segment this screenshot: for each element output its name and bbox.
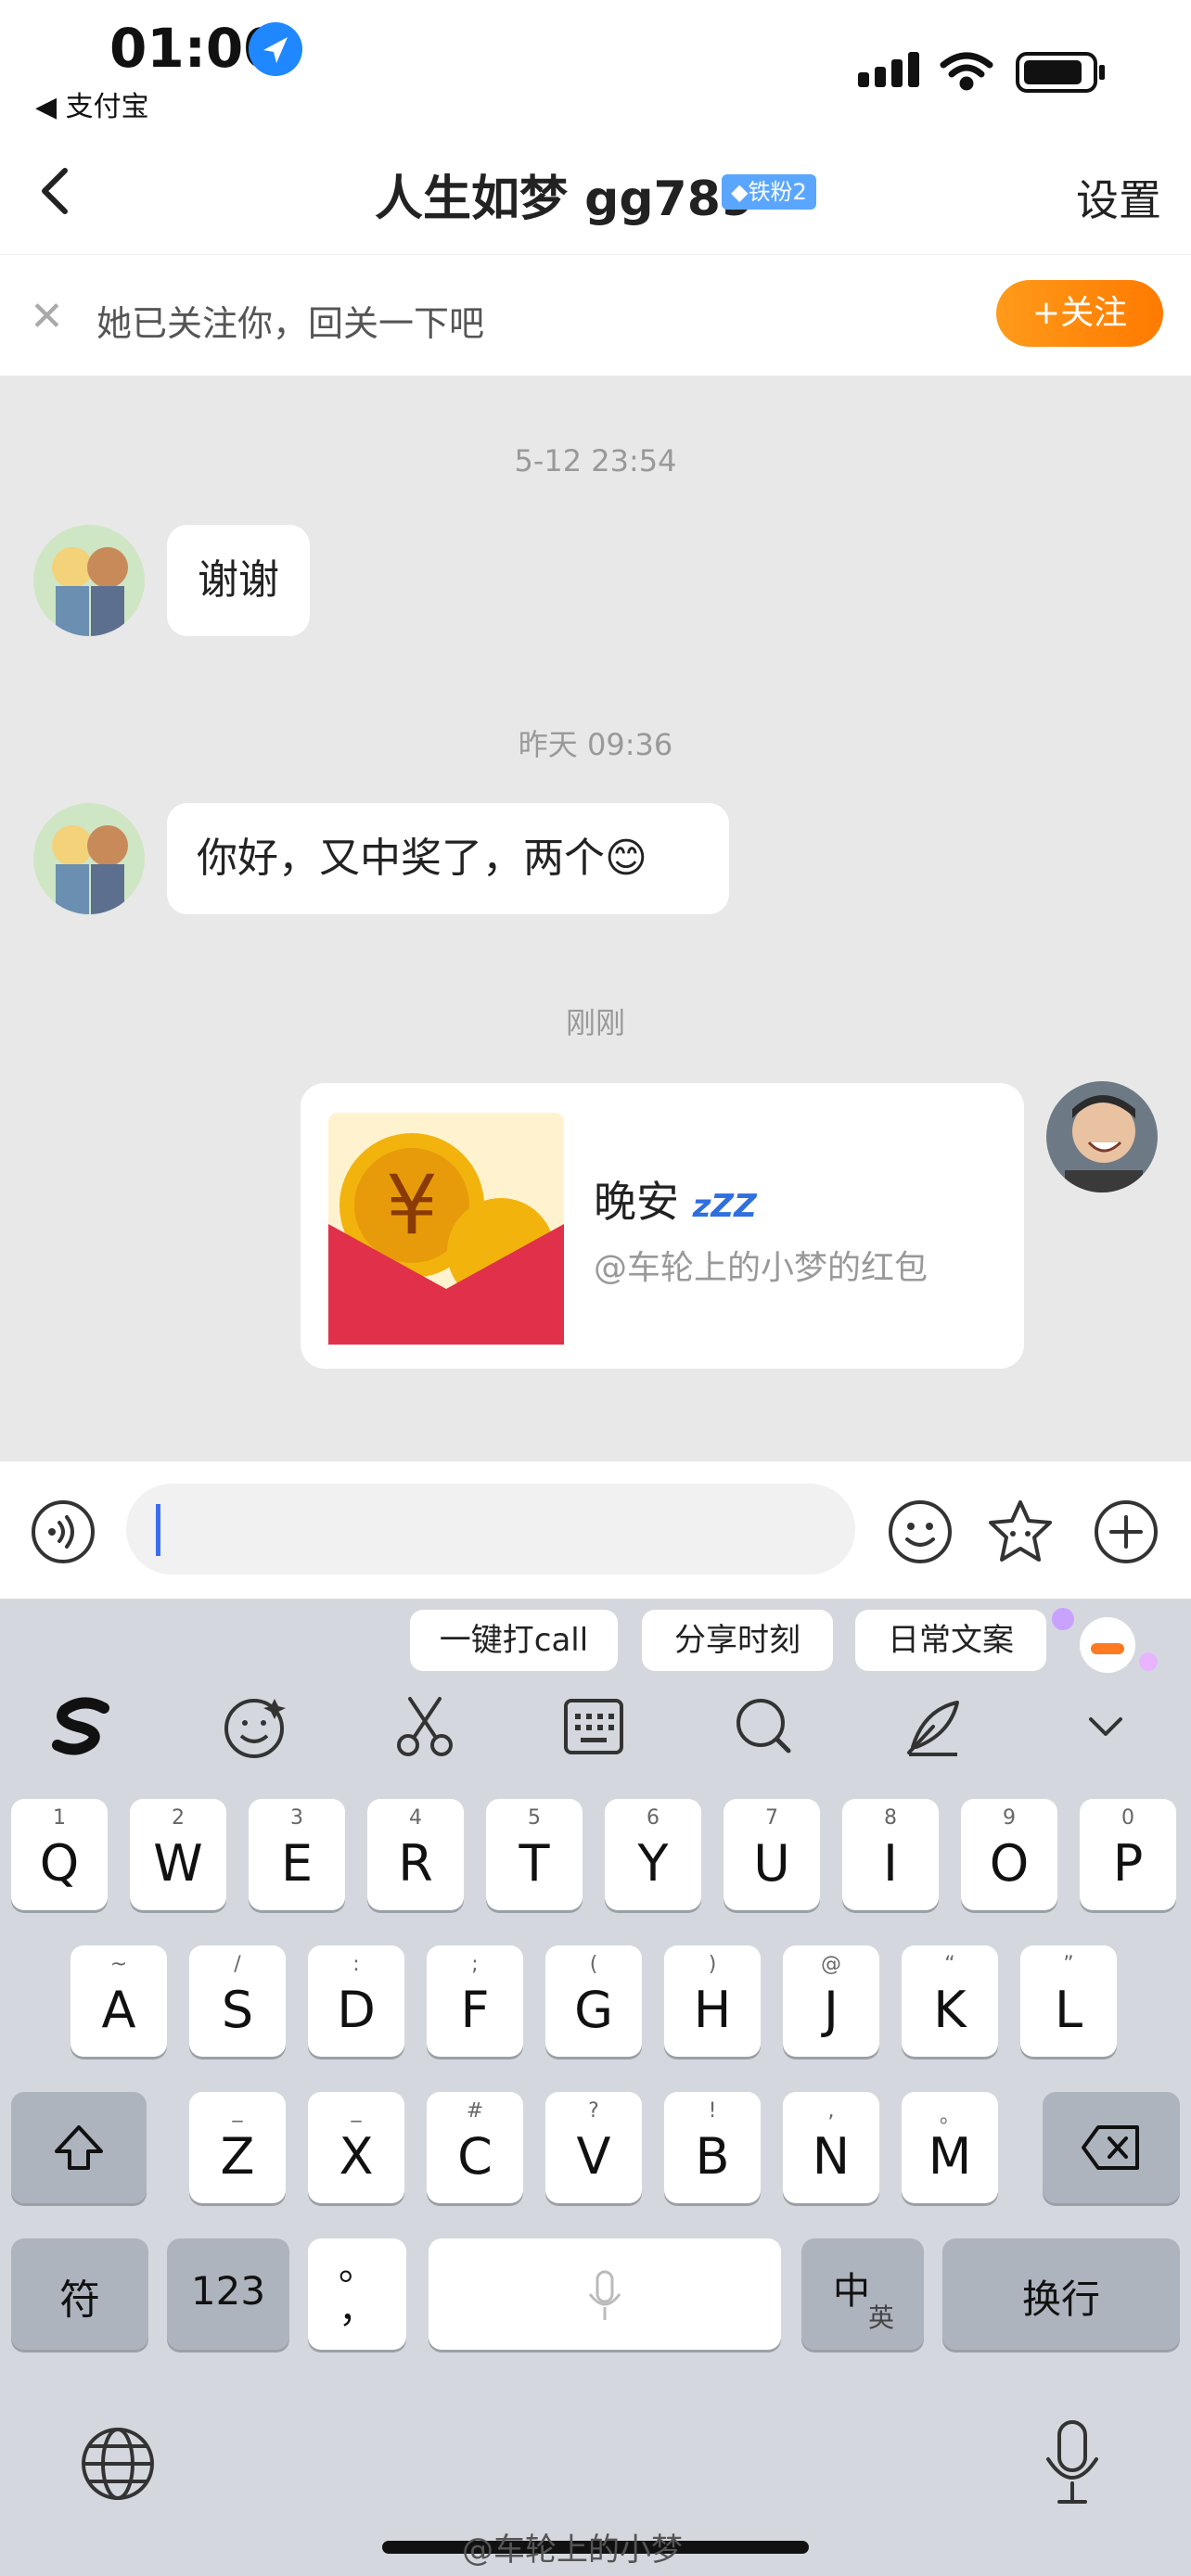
chat-title: 人生如梦 gg789 bbox=[375, 172, 755, 227]
shift-icon bbox=[55, 2125, 103, 2170]
enter-key[interactable]: 换行 bbox=[942, 2238, 1180, 2350]
delete-key[interactable] bbox=[1043, 2092, 1180, 2203]
fan-level-badge: ◆铁粉2 bbox=[722, 174, 816, 210]
message-bubble[interactable]: 你好，又中奖了，两个😊 bbox=[167, 803, 729, 914]
close-icon[interactable]: ✕ bbox=[30, 293, 64, 340]
avatar-image bbox=[1046, 1081, 1158, 1192]
space-key[interactable] bbox=[429, 2238, 781, 2350]
globe-icon[interactable] bbox=[80, 2426, 156, 2502]
message-text: 谢谢 bbox=[198, 556, 279, 604]
key-f[interactable]: ; F bbox=[427, 1945, 523, 2057]
follow-suggestion-text: 她已关注你，回关一下吧 bbox=[96, 303, 485, 344]
location-icon bbox=[249, 22, 302, 76]
symbols-key[interactable]: 符 bbox=[11, 2238, 148, 2350]
back-chevron-icon[interactable] bbox=[28, 163, 83, 219]
keyboard-icon[interactable] bbox=[557, 1690, 631, 1764]
battery-icon bbox=[1016, 52, 1105, 93]
svg-text:¥: ¥ bbox=[386, 1157, 438, 1253]
chevron-down-icon[interactable] bbox=[1069, 1690, 1143, 1764]
key-r[interactable]: 4R bbox=[367, 1799, 464, 1910]
key-b[interactable]: ! B bbox=[664, 2092, 761, 2203]
sticker-icon[interactable] bbox=[985, 1497, 1056, 1567]
punctuation-key[interactable]: 。 ， bbox=[308, 2238, 406, 2350]
avatar-image bbox=[33, 803, 145, 914]
key-h[interactable]: ) H bbox=[664, 1945, 761, 2057]
message-timestamp: 5-12 23:54 bbox=[514, 443, 677, 478]
avatar-image bbox=[33, 525, 145, 636]
wifi-icon bbox=[940, 52, 993, 91]
language-toggle-key[interactable]: 中 英 bbox=[801, 2238, 924, 2350]
settings-button[interactable]: 设置 bbox=[1076, 167, 1161, 228]
emoji-keyboard-icon[interactable] bbox=[217, 1690, 291, 1764]
key-o[interactable]: 9O bbox=[961, 1799, 1057, 1910]
key-x[interactable]: _ X bbox=[308, 2092, 404, 2203]
suggestion-chip[interactable]: 一键打call bbox=[410, 1610, 618, 1671]
key-d[interactable]: :D bbox=[308, 1945, 404, 2057]
backspace-icon bbox=[1082, 2125, 1139, 2170]
avatar[interactable] bbox=[1046, 1081, 1158, 1192]
message-timestamp: 昨天 09:36 bbox=[518, 727, 673, 762]
key-e[interactable]: 3E bbox=[249, 1799, 345, 1910]
key-s[interactable]: / S bbox=[189, 1945, 286, 2057]
shift-key[interactable] bbox=[11, 2092, 147, 2203]
scissors-icon[interactable] bbox=[388, 1690, 462, 1764]
numbers-key[interactable]: 123 bbox=[167, 2238, 289, 2350]
message-text: 你好，又中奖了，两个😊 bbox=[197, 835, 647, 882]
key-w[interactable]: 2W bbox=[130, 1799, 226, 1910]
key-u[interactable]: 7U bbox=[724, 1799, 820, 1910]
search-icon[interactable] bbox=[727, 1690, 801, 1764]
red-packet-card[interactable]: ¥ 晚安 zZZ @车轮上的小梦的红包 bbox=[301, 1083, 1024, 1369]
key-q[interactable]: 1Q bbox=[11, 1799, 108, 1910]
watermark: @车轮上的小梦 bbox=[462, 2531, 683, 2569]
key-g[interactable]: (G bbox=[545, 1945, 642, 2057]
sleep-zz-icon: zZZ bbox=[692, 1188, 757, 1225]
key-z[interactable]: _ Z bbox=[189, 2092, 286, 2203]
microphone-icon bbox=[588, 2270, 621, 2320]
sogou-logo-icon[interactable] bbox=[46, 1690, 121, 1764]
avatar[interactable] bbox=[33, 803, 145, 914]
key-v[interactable]: ? V bbox=[545, 2092, 642, 2203]
back-to-app-link[interactable]: ◀ 支付宝 bbox=[35, 83, 149, 124]
red-packet-icon: ¥ bbox=[328, 1113, 564, 1345]
avatar[interactable] bbox=[33, 525, 145, 636]
key-k[interactable]: “K bbox=[902, 1945, 998, 2057]
red-packet-subtitle: @车轮上的小梦的红包 bbox=[594, 1249, 928, 1287]
key-n[interactable]: ,N bbox=[783, 2092, 879, 2203]
pen-icon[interactable] bbox=[896, 1690, 970, 1764]
text-caret bbox=[156, 1504, 160, 1556]
key-t[interactable]: 5T bbox=[486, 1799, 583, 1910]
suggestion-chip[interactable]: 日常文案 bbox=[855, 1610, 1046, 1671]
key-y[interactable]: 6Y bbox=[605, 1799, 701, 1910]
follow-back-button[interactable]: +关注 bbox=[996, 280, 1163, 347]
suggestion-chip[interactable]: 分享时刻 bbox=[642, 1610, 833, 1671]
key-j[interactable]: @ J bbox=[783, 1945, 879, 2057]
plus-icon[interactable] bbox=[1093, 1498, 1159, 1565]
emoji-icon[interactable] bbox=[887, 1498, 954, 1565]
ai-mascot-icon[interactable] bbox=[1050, 1604, 1161, 1680]
cellular-signal-icon bbox=[858, 52, 919, 87]
status-icons bbox=[858, 52, 1105, 93]
key-m[interactable]: 。 M bbox=[902, 2092, 998, 2203]
message-bubble[interactable]: 谢谢 bbox=[167, 525, 310, 636]
dictation-microphone-icon[interactable] bbox=[1043, 2418, 1102, 2507]
voice-input-icon[interactable] bbox=[30, 1498, 96, 1565]
message-timestamp: 刚刚 bbox=[565, 1005, 625, 1040]
key-l[interactable]: ” L bbox=[1020, 1945, 1117, 2057]
key-p[interactable]: 0P bbox=[1080, 1799, 1176, 1910]
key-c[interactable]: # C bbox=[427, 2092, 523, 2203]
key-a[interactable]: ~ A bbox=[70, 1945, 167, 2057]
key-i[interactable]: 8I bbox=[842, 1799, 939, 1910]
red-packet-title: 晚安 zZZ bbox=[594, 1177, 757, 1227]
message-input[interactable] bbox=[126, 1484, 855, 1575]
